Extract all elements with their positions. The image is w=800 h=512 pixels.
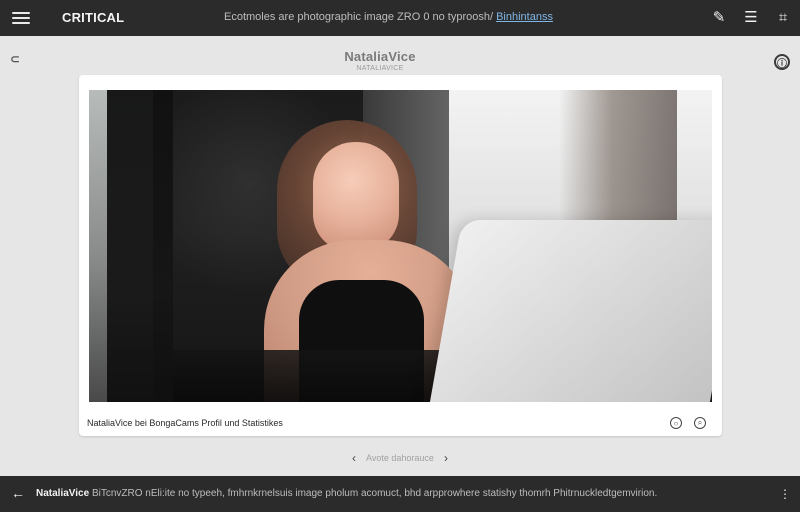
image-card: NataliaVice bei BongaCams Profil und Sta… — [79, 75, 722, 436]
card-caption: NataliaVice bei BongaCams Profil und Sta… — [87, 418, 283, 428]
hamburger-line — [12, 22, 30, 24]
app-window: CRITICAL Ecotmoles are photographic imag… — [0, 0, 800, 512]
back-arrow-icon[interactable]: ← — [10, 485, 26, 501]
photo-monitor — [429, 220, 712, 402]
left-shortcut-icon-glyph: ⊂ — [10, 52, 21, 66]
bottom-status-text: NataliaVice BiTcnvZRO nEli:ite no typeeh… — [36, 488, 764, 499]
topbar-actions: ✎ ☰ ⌗ — [710, 8, 792, 26]
secondary-header: ⊂ NataliaVice NATALIAVICE ⓘ — [0, 36, 800, 74]
info-icon[interactable]: ⓘ — [774, 54, 790, 70]
edit-icon[interactable]: ✎ — [710, 8, 728, 26]
more-vert-icon-glyph: ⋮ — [779, 487, 791, 501]
main-photo — [89, 90, 712, 402]
menu-lines-icon[interactable]: ☰ — [742, 8, 760, 26]
info-icon-glyph: ⓘ — [777, 58, 787, 70]
hamburger-menu-icon[interactable] — [10, 9, 32, 27]
topbar-notice-text: Ecotmoles are photographic image ZRO 0 n… — [224, 11, 494, 23]
bottom-app-bar: ← NataliaVice BiTcnvZRO nEli:ite no type… — [0, 476, 800, 512]
pager: ‹ Avote dahorauce › — [0, 446, 800, 470]
photo-person-face — [313, 142, 399, 252]
pager-prev-icon[interactable]: ‹ — [352, 452, 356, 464]
pager-label: Avote dahorauce — [366, 453, 434, 463]
edit-icon-glyph: ✎ — [712, 8, 726, 26]
back-arrow-icon-glyph: ← — [11, 485, 25, 501]
card-caption-row: NataliaVice bei BongaCams Profil und Sta… — [87, 415, 714, 431]
hamburger-line — [12, 12, 30, 14]
circle-icon[interactable]: ○ — [670, 417, 682, 429]
search-icon[interactable]: ⌕ — [694, 417, 706, 429]
top-app-bar: CRITICAL Ecotmoles are photographic imag… — [0, 0, 800, 36]
photo-door — [107, 90, 173, 402]
brand-subtitle: NATALIAVICE — [356, 65, 404, 72]
app-title: CRITICAL — [62, 10, 125, 25]
topbar-notice-link[interactable]: Binhintanss — [496, 11, 553, 23]
left-shortcut-icon[interactable]: ⊂ — [10, 52, 28, 66]
grid-icon[interactable]: ⌗ — [774, 8, 792, 26]
bottom-status-rest: BiTcnvZRO nEli:ite no typeeh, fmhrnkrnel… — [91, 488, 658, 499]
bottom-status-strong: NataliaVice — [36, 488, 90, 499]
pager-next-icon[interactable]: › — [444, 452, 448, 464]
menu-lines-icon-glyph: ☰ — [744, 8, 758, 26]
hamburger-line — [12, 17, 30, 19]
brand: NataliaVice NATALIAVICE — [330, 50, 430, 72]
circle-icon-glyph: ○ — [673, 418, 679, 428]
search-icon-glyph: ⌕ — [697, 418, 703, 427]
topbar-notice: Ecotmoles are photographic image ZRO 0 n… — [224, 11, 553, 23]
card-actions: ○ ⌕ — [670, 417, 714, 429]
more-vert-icon[interactable]: ⋮ — [779, 486, 791, 502]
brand-name: NataliaVice — [344, 49, 416, 64]
grid-icon-glyph: ⌗ — [778, 8, 788, 26]
